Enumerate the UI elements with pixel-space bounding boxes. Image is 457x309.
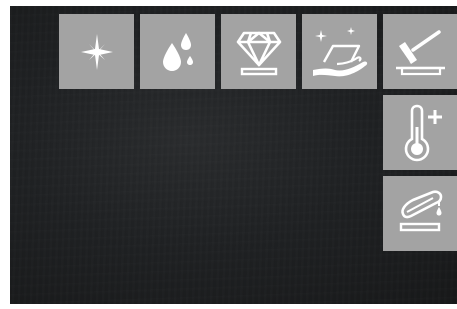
oil-dispense-button[interactable] [383, 176, 457, 251]
hand-sparkle-mode-button[interactable] [302, 14, 377, 89]
thermometer-plus-icon [404, 104, 442, 161]
diamond-mode-button[interactable] [221, 14, 296, 89]
scraper-mode-button[interactable] [383, 14, 457, 89]
scraper-icon [395, 29, 445, 75]
sparkle-mode-button[interactable] [59, 14, 134, 89]
diamond-icon [236, 31, 281, 75]
sparkle-icon [80, 33, 113, 70]
hand-glass-sparkle-icon [312, 26, 367, 76]
water-drops-icon [162, 32, 193, 71]
drops-mode-button[interactable] [140, 14, 215, 89]
oil-drip-icon [399, 189, 442, 231]
temperature-up-button[interactable] [383, 95, 457, 170]
display-panel [10, 6, 457, 304]
